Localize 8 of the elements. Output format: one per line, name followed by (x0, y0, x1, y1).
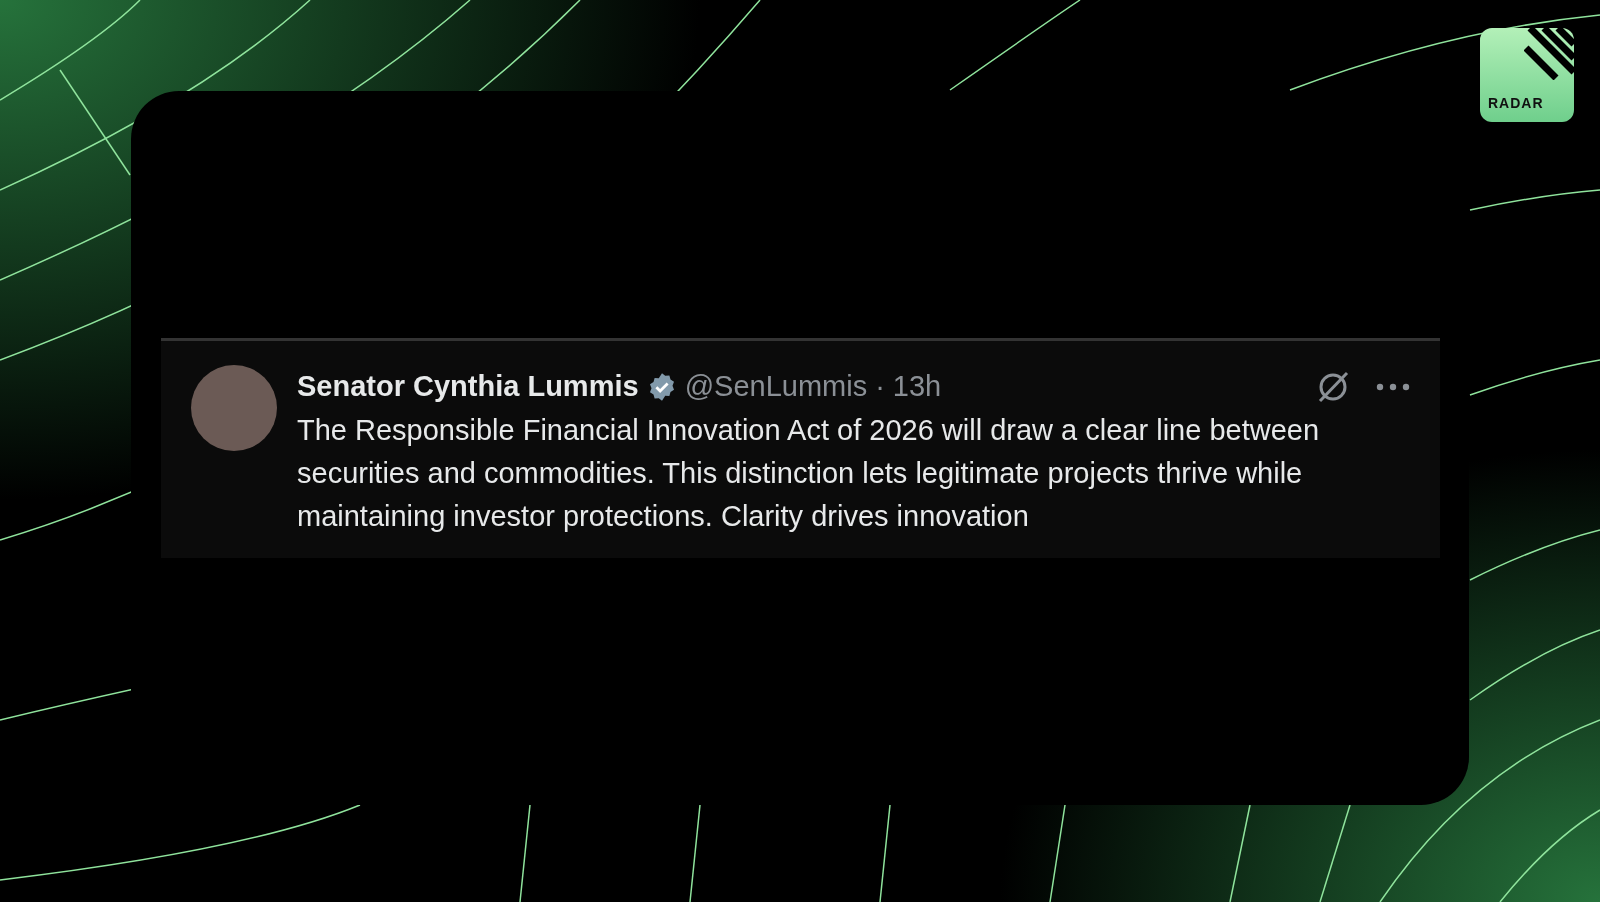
stripes-icon (1524, 28, 1574, 80)
author-handle[interactable]: @SenLummis (684, 365, 868, 409)
logo-label: RADAR (1488, 94, 1544, 113)
more-options-icon[interactable] (1376, 383, 1410, 391)
separator-dot: · (875, 369, 885, 405)
author-name[interactable]: Senator Cynthia Lummis (297, 365, 639, 409)
post-text: The Responsible Financial Innovation Act of 2026 will draw a clear line between securities and commodities. This distinction lets legitimate projects thrive while maintaining investor protections. Clarity drives innovation (297, 412, 1321, 534)
post-time[interactable]: 13h (892, 365, 942, 409)
